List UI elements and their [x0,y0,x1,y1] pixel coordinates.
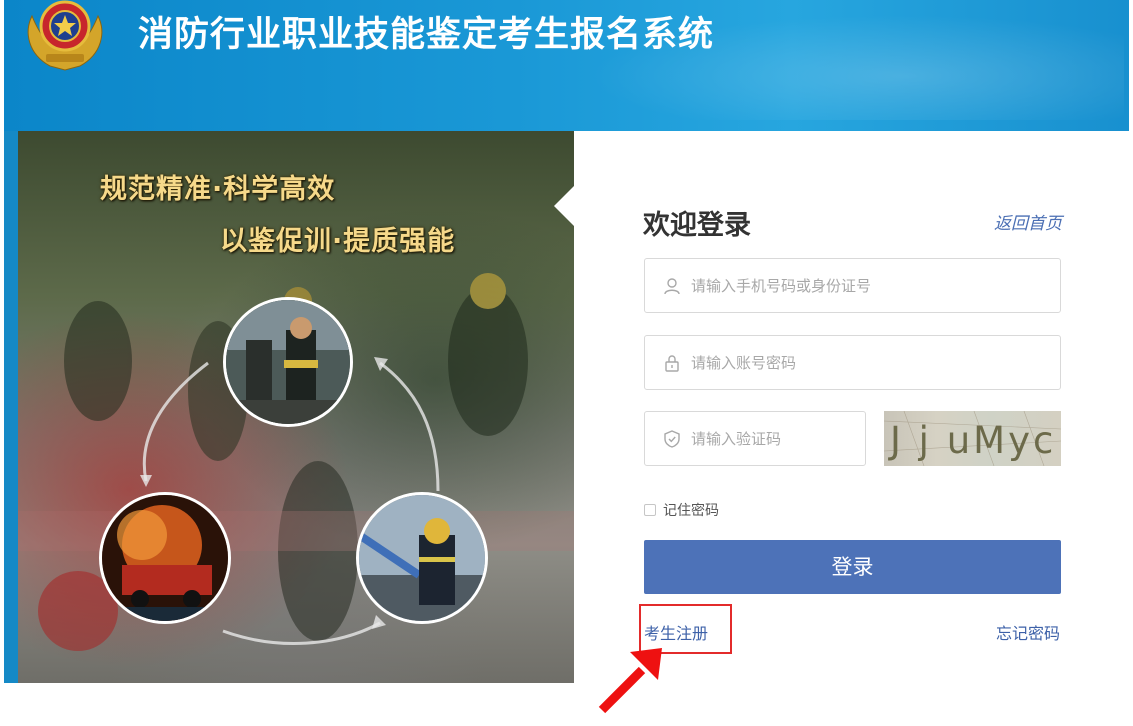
login-button[interactable]: 登录 [644,540,1061,594]
captcha-image[interactable]: J j uMyc [884,411,1061,466]
training-photo-right [356,492,488,624]
user-icon [664,278,680,295]
forgot-password-link[interactable]: 忘记密码 [996,620,1060,644]
lock-icon [665,355,679,372]
username-field[interactable] [644,258,1061,313]
fire-rescue-emblem-icon [27,0,103,71]
captcha-field[interactable] [644,411,866,466]
promo-banner: 规范精准·科学高效 以鉴促训·提质强能 [18,131,574,683]
username-input[interactable] [691,259,1031,312]
training-photo-top [223,297,353,427]
remember-label: 记住密码 [663,503,719,519]
shield-check-icon [664,430,680,448]
header-banner: 消防行业职业技能鉴定考生报名系统 [4,0,1129,131]
captcha-input[interactable] [691,412,861,465]
back-to-home-link[interactable]: 返回首页 [994,209,1062,234]
password-input[interactable] [691,336,1031,389]
annotation-arrow-icon [598,648,662,714]
remember-checkbox[interactable] [644,504,656,516]
password-field[interactable] [644,335,1061,390]
panel-pointer [554,186,574,226]
login-page: 消防行业职业技能鉴定考生报名系统 规范精准·科学高效 以鉴促训·提质强能 欢迎登… [0,0,1133,726]
login-title: 欢迎登录 [643,210,751,241]
captcha-text: J j uMyc [888,419,1056,462]
app-title: 消防行业职业技能鉴定考生报名系统 [138,15,715,55]
left-accent-strip [4,131,18,683]
training-photo-left [99,492,231,624]
remember-password[interactable]: 记住密码 [644,500,719,520]
login-panel: 欢迎登录 返回首页 请输入手机号码或身份证号 请输入验证码 J j uMyc 记… [574,131,1129,683]
